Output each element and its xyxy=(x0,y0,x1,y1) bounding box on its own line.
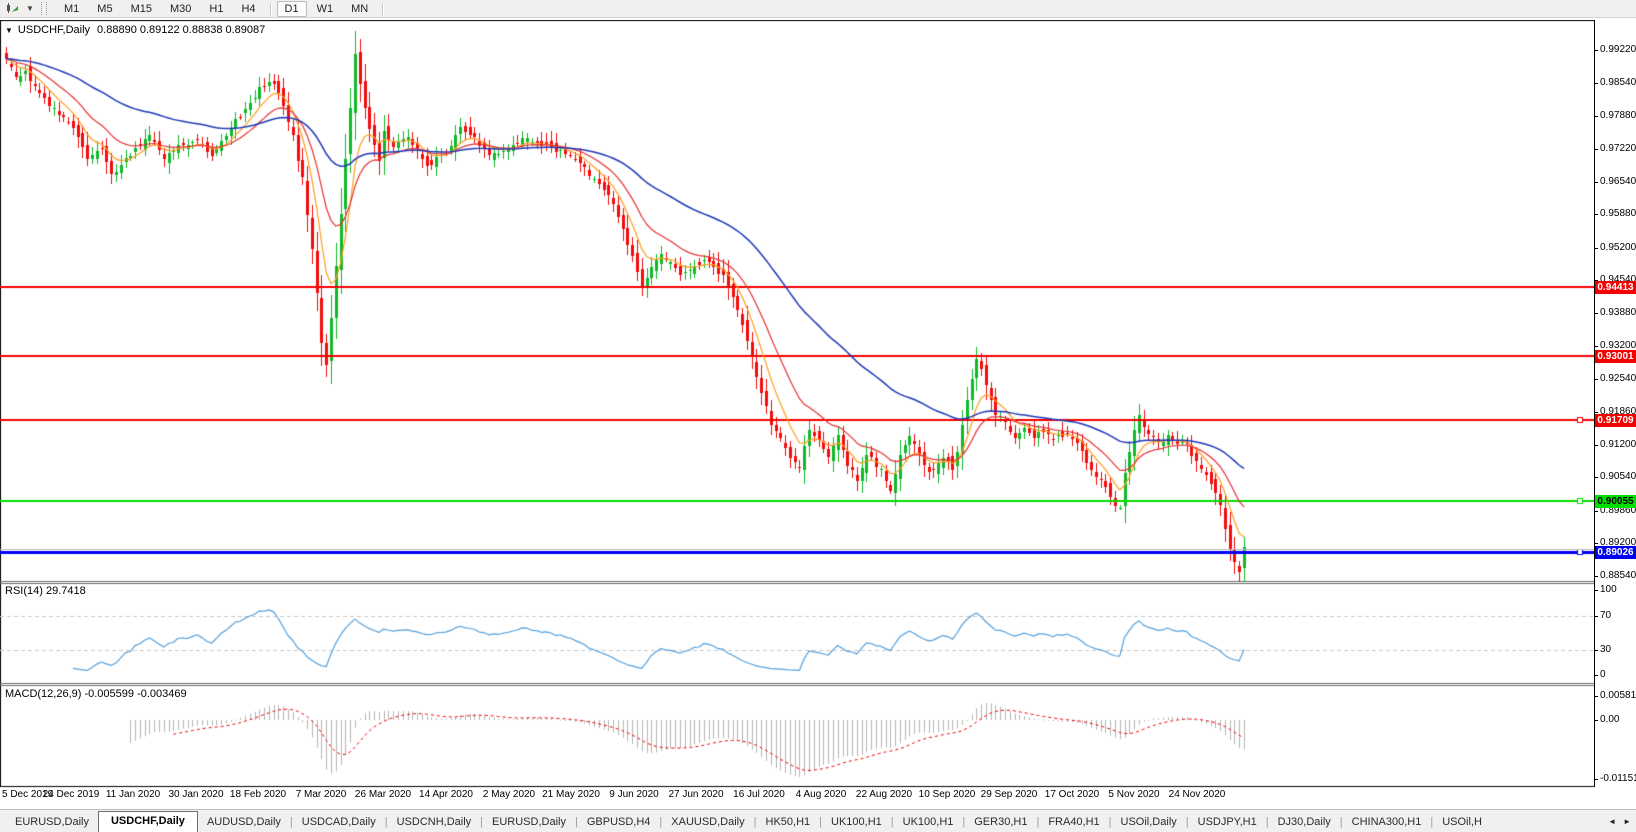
date-axis-label: 2 May 2020 xyxy=(483,789,535,800)
hline-price-tag[interactable]: 0.90055 xyxy=(1595,495,1636,508)
chart-tab-audusd-daily[interactable]: AUDUSD,Daily xyxy=(198,812,290,832)
rsi-axis-label: 100 xyxy=(1600,584,1617,596)
timeframe-button-m5[interactable]: M5 xyxy=(89,1,120,17)
price-axis-label: 0.97880 xyxy=(1600,110,1636,122)
chart-tab-ger30-h1[interactable]: GER30,H1 xyxy=(965,812,1036,832)
chart-tab-dj30-daily[interactable]: DJ30,Daily xyxy=(1269,812,1340,832)
timeframe-button-m1[interactable]: M1 xyxy=(56,1,87,17)
chart-tab-usdjpy-h1[interactable]: USDJPY,H1 xyxy=(1189,812,1266,832)
date-axis-label: 14 Apr 2020 xyxy=(419,789,473,800)
chart-tabs-list: EURUSD,DailyUSDCHF,DailyAUDUSD,Daily|USD… xyxy=(0,810,1491,832)
timeframe-buttons-group: M1M5M15M30H1H4 D1W1MN xyxy=(55,1,388,17)
price-axis-label: 0.88540 xyxy=(1600,570,1636,582)
chart-tab-usdcad-daily[interactable]: USDCAD,Daily xyxy=(293,812,385,832)
date-axis-label: 26 Mar 2020 xyxy=(355,789,411,800)
chart-tabs-bar: EURUSD,DailyUSDCHF,DailyAUDUSD,Daily|USD… xyxy=(0,809,1636,832)
date-axis-label: 9 Jun 2020 xyxy=(609,789,659,800)
price-axis-label: 0.99220 xyxy=(1600,44,1636,56)
price-chart-canvas[interactable] xyxy=(0,20,1594,790)
chart-tab-xauusd-daily[interactable]: XAUUSD,Daily xyxy=(662,812,753,832)
chart-tab-usdcnh-daily[interactable]: USDCNH,Daily xyxy=(388,812,481,832)
price-axis-label: 0.91200 xyxy=(1600,439,1636,451)
toolbar-grip[interactable] xyxy=(41,2,47,15)
price-axis-label: 0.98540 xyxy=(1600,77,1636,89)
date-axis-label: 29 Sep 2020 xyxy=(981,789,1038,800)
timeframe-button-w1[interactable]: W1 xyxy=(309,1,342,17)
date-axis-label: 22 Aug 2020 xyxy=(856,789,912,800)
charts-toolbar-icon[interactable] xyxy=(3,1,23,16)
chart-symbol-label: USDCHF,Daily xyxy=(18,24,90,36)
price-axis-label: 0.96540 xyxy=(1600,176,1636,188)
timeframe-button-h4[interactable]: H4 xyxy=(233,1,263,17)
application-window: ▼ M1M5M15M30H1H4 D1W1MN ▼ USDCHF,Daily 0.… xyxy=(0,0,1636,832)
rsi-indicator-label: RSI(14) 29.7418 xyxy=(5,585,86,597)
date-axis-label: 24 Dec 2019 xyxy=(43,789,100,800)
chart-tab-usoil-h[interactable]: USOil,H xyxy=(1433,812,1491,832)
tabs-scroll-right-icon[interactable]: ► xyxy=(1623,817,1631,826)
price-axis-label: 0.93880 xyxy=(1600,307,1636,319)
timeframe-button-m30[interactable]: M30 xyxy=(162,1,199,17)
rsi-axis-label: 30 xyxy=(1600,644,1611,656)
tabs-scroll-left-icon[interactable]: ◄ xyxy=(1608,817,1616,826)
chart-title: ▼ USDCHF,Daily 0.88890 0.89122 0.88838 0… xyxy=(5,24,265,36)
timeframe-toolbar: ▼ M1M5M15M30H1H4 D1W1MN xyxy=(0,0,1636,18)
hline-price-tag[interactable]: 0.91709 xyxy=(1595,414,1636,427)
chart-tab-eurusd-daily[interactable]: EURUSD,Daily xyxy=(6,812,98,832)
chart-tab-usoil-daily[interactable]: USOil,Daily xyxy=(1112,812,1186,832)
symbol-dropdown-icon[interactable]: ▼ xyxy=(5,26,13,35)
timeframe-button-mn[interactable]: MN xyxy=(343,1,376,17)
toolbar-separator xyxy=(382,3,383,15)
macd-axis-label: 0.005818 xyxy=(1600,690,1636,702)
macd-axis-label: 0.00 xyxy=(1600,714,1619,726)
macd-indicator-label: MACD(12,26,9) -0.005599 -0.003469 xyxy=(5,688,187,700)
price-axis-label: 0.95880 xyxy=(1600,208,1636,220)
chart-tab-hk50-h1[interactable]: HK50,H1 xyxy=(757,812,820,832)
price-axis-label: 0.97220 xyxy=(1600,143,1636,155)
date-axis-label: 5 Nov 2020 xyxy=(1108,789,1159,800)
date-axis-label: 30 Jan 2020 xyxy=(168,789,223,800)
chart-tab-fra40-h1[interactable]: FRA40,H1 xyxy=(1039,812,1108,832)
toolbar-separator xyxy=(270,3,271,15)
timeframe-button-d1[interactable]: D1 xyxy=(277,1,307,17)
date-axis-label: 17 Oct 2020 xyxy=(1045,789,1099,800)
price-axis-label: 0.92540 xyxy=(1600,373,1636,385)
chart-tab-uk100-h1[interactable]: UK100,H1 xyxy=(822,812,891,832)
date-axis-label: 24 Nov 2020 xyxy=(1169,789,1226,800)
rsi-axis-label: 70 xyxy=(1600,610,1611,622)
rsi-axis-label: 0 xyxy=(1600,669,1606,681)
tabs-scroll-arrows: ◄ ► xyxy=(1608,817,1631,826)
timeframe-button-m15[interactable]: M15 xyxy=(123,1,160,17)
price-axis-line xyxy=(1594,20,1595,787)
date-axis-label: 4 Aug 2020 xyxy=(796,789,847,800)
date-axis-label: 18 Feb 2020 xyxy=(230,789,286,800)
price-axis-label: 0.95200 xyxy=(1600,242,1636,254)
chart-tab-usdchf-daily[interactable]: USDCHF,Daily xyxy=(98,811,198,832)
date-axis-label: 16 Jul 2020 xyxy=(733,789,785,800)
toolbar-dropdown-caret[interactable]: ▼ xyxy=(23,4,37,13)
chart-tab-eurusd-daily[interactable]: EURUSD,Daily xyxy=(483,812,575,832)
date-axis-label: 7 Mar 2020 xyxy=(296,789,347,800)
hline-price-tag[interactable]: 0.94413 xyxy=(1595,281,1636,294)
chart-ohlc-values: 0.88890 0.89122 0.88838 0.89087 xyxy=(97,24,265,36)
price-axis-label: 0.90540 xyxy=(1600,471,1636,483)
hline-price-tag[interactable]: 0.89026 xyxy=(1595,546,1636,559)
date-axis-label: 11 Jan 2020 xyxy=(106,789,160,800)
chart-tab-china300-h1[interactable]: CHINA300,H1 xyxy=(1343,812,1431,832)
chart-tab-uk100-h1[interactable]: UK100,H1 xyxy=(894,812,963,832)
date-axis-label: 10 Sep 2020 xyxy=(919,789,976,800)
hline-price-tag[interactable]: 0.93001 xyxy=(1595,350,1636,363)
date-axis-label: 27 Jun 2020 xyxy=(668,789,723,800)
macd-axis-label: -0.011514 xyxy=(1600,773,1636,785)
chart-tab-gbpusd-h4[interactable]: GBPUSD,H4 xyxy=(578,812,660,832)
timeframe-button-h1[interactable]: H1 xyxy=(201,1,231,17)
date-axis-label: 21 May 2020 xyxy=(542,789,600,800)
